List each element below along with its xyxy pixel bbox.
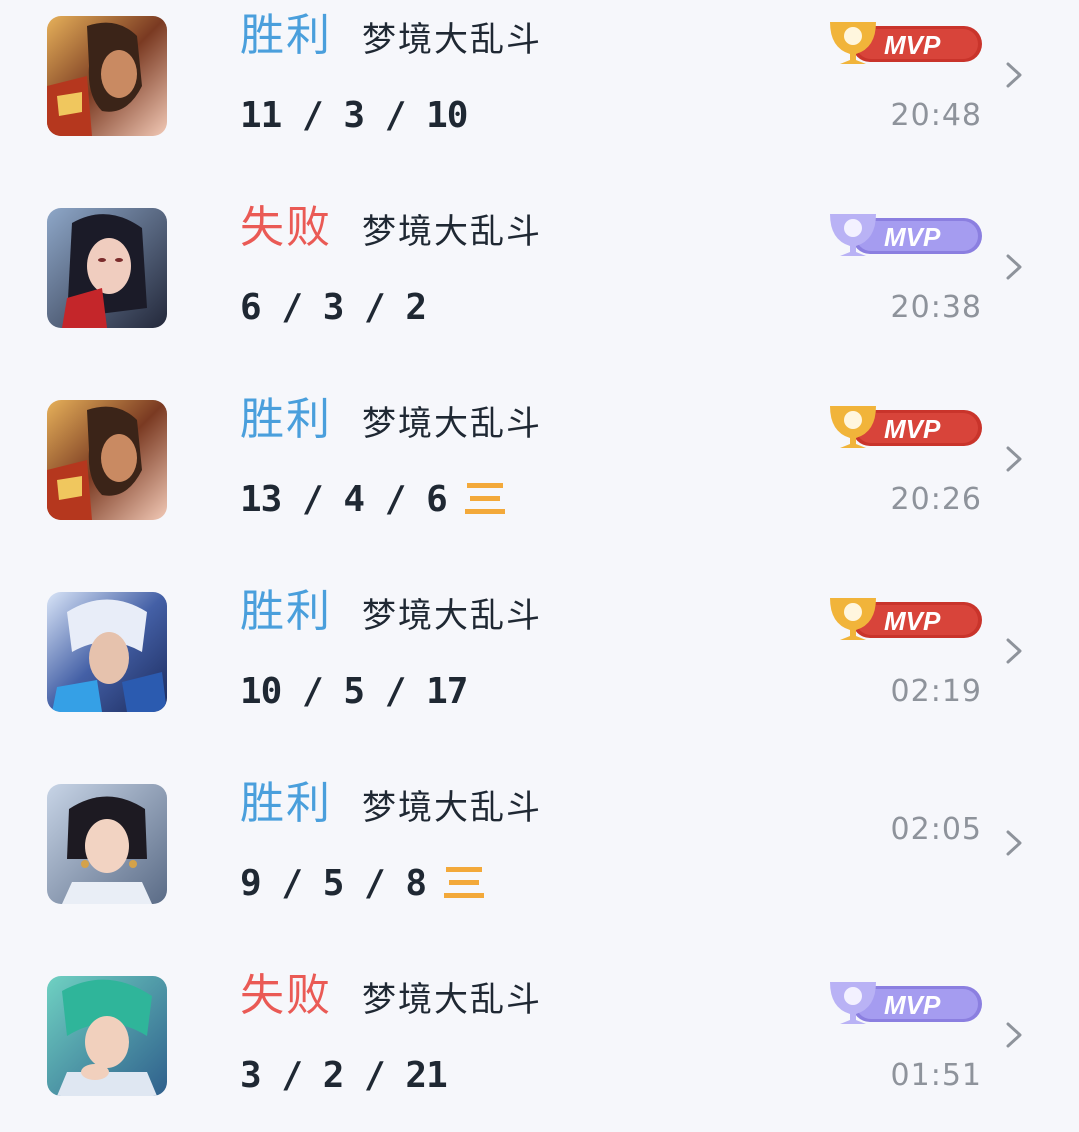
chevron-right-icon[interactable] (1002, 252, 1026, 282)
chevron-right-icon[interactable] (1002, 636, 1026, 666)
kda-text: 6 / 3 / 2 (240, 287, 427, 328)
match-time: 01:51 (890, 1058, 982, 1093)
kda-score: 13 / 4 / 6 (240, 478, 505, 522)
match-result: 胜利 (240, 10, 332, 61)
mvp-label: MVP (884, 606, 941, 636)
match-result: 胜利 (240, 394, 332, 445)
game-mode: 梦境大乱斗 (362, 596, 542, 636)
mvp-label: MVP (884, 990, 941, 1020)
chevron-right-icon[interactable] (1002, 444, 1026, 474)
chevron-right-icon[interactable] (1002, 60, 1026, 90)
hero-avatar (47, 592, 167, 712)
match-time: 20:48 (890, 98, 982, 133)
game-mode: 梦境大乱斗 (362, 980, 542, 1020)
match-row[interactable]: 失败 梦境大乱斗 6 / 3 / 2 MVP 20:38 (0, 176, 1079, 368)
kda-text: 13 / 4 / 6 (240, 479, 448, 520)
kda-text: 10 / 5 / 17 (240, 671, 468, 712)
game-mode: 梦境大乱斗 (362, 404, 542, 444)
game-mode: 梦境大乱斗 (362, 212, 542, 252)
hero-avatar (47, 784, 167, 904)
match-row[interactable]: 失败 梦境大乱斗 3 / 2 / 21 MVP 01:51 (0, 944, 1079, 1132)
kda-score: 3 / 2 / 21 (240, 1054, 448, 1098)
mvp-label: MVP (884, 30, 941, 60)
triple-kill-icon (444, 867, 485, 898)
kda-text: 11 / 3 / 10 (240, 95, 468, 136)
mvp-gold-badge: MVP (830, 22, 982, 64)
game-mode: 梦境大乱斗 (362, 20, 542, 60)
match-result: 胜利 (240, 778, 332, 829)
match-time: 02:19 (890, 674, 982, 709)
match-time: 20:26 (890, 482, 982, 517)
match-row[interactable]: 胜利 梦境大乱斗 13 / 4 / 6 MVP 20:26 (0, 368, 1079, 560)
match-result: 失败 (240, 970, 332, 1021)
kda-text: 3 / 2 / 21 (240, 1055, 448, 1096)
kda-score: 9 / 5 / 8 (240, 862, 485, 906)
kda-score: 11 / 3 / 10 (240, 94, 468, 138)
match-row[interactable]: 胜利 梦境大乱斗 10 / 5 / 17 MVP 02:19 (0, 560, 1079, 752)
chevron-right-icon[interactable] (1002, 828, 1026, 858)
mvp-label: MVP (884, 222, 941, 252)
match-time: 02:05 (890, 812, 982, 847)
match-row[interactable]: 胜利 梦境大乱斗 11 / 3 / 10 MVP 20:48 (0, 0, 1079, 176)
match-result: 失败 (240, 202, 332, 253)
kda-text: 9 / 5 / 8 (240, 863, 427, 904)
game-mode: 梦境大乱斗 (362, 788, 542, 828)
mvp-gold-badge: MVP (830, 598, 982, 640)
match-time: 20:38 (890, 290, 982, 325)
hero-avatar (47, 16, 167, 136)
kda-score: 10 / 5 / 17 (240, 670, 468, 714)
mvp-label: MVP (884, 414, 941, 444)
mvp-gold-badge: MVP (830, 406, 982, 448)
match-history-list: 胜利 梦境大乱斗 11 / 3 / 10 MVP 20:48 失败 梦境大乱斗 … (0, 0, 1079, 1132)
hero-avatar (47, 208, 167, 328)
chevron-right-icon[interactable] (1002, 1020, 1026, 1050)
triple-kill-icon (464, 483, 505, 514)
hero-avatar (47, 400, 167, 520)
match-row[interactable]: 胜利 梦境大乱斗 9 / 5 / 8 02:05 (0, 752, 1079, 944)
kda-score: 6 / 3 / 2 (240, 286, 427, 330)
mvp-silver-badge: MVP (830, 982, 982, 1024)
hero-avatar (47, 976, 167, 1096)
match-result: 胜利 (240, 586, 332, 637)
mvp-silver-badge: MVP (830, 214, 982, 256)
